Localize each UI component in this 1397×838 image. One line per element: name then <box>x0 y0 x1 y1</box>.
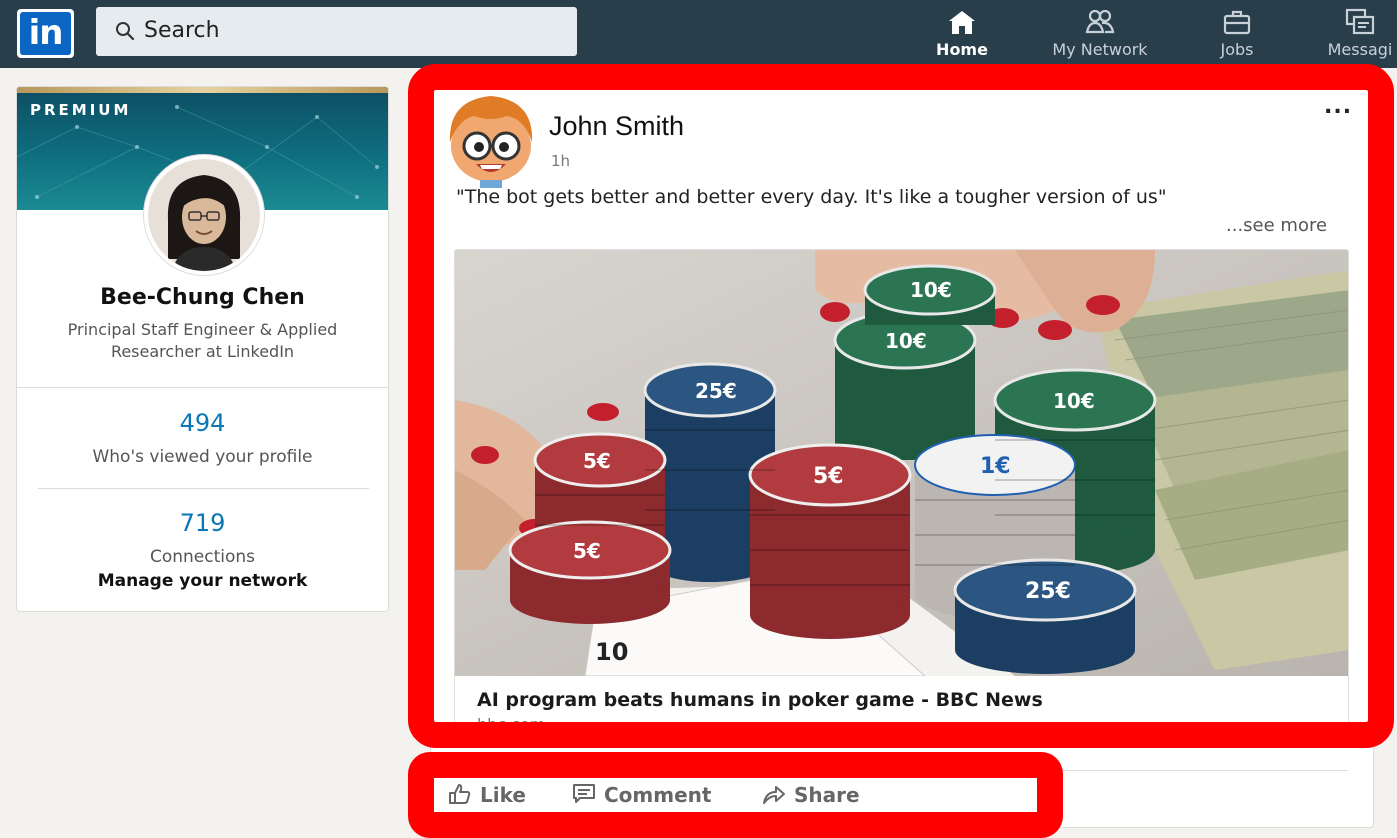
nav-messaging[interactable]: Messagi <box>1310 6 1397 66</box>
connections-count[interactable]: 719 <box>17 509 388 537</box>
messaging-icon <box>1345 8 1375 35</box>
linkedin-logo[interactable]: in <box>17 9 74 58</box>
highlight-box-actions <box>408 752 1063 838</box>
profile-avatar[interactable] <box>144 155 264 275</box>
avatar-photo <box>148 159 260 271</box>
nav-home[interactable]: Home <box>918 6 1006 66</box>
nav-my-network[interactable]: My Network <box>1032 6 1168 66</box>
premium-badge: PREMIUM <box>30 101 132 119</box>
divider <box>17 387 388 388</box>
profile-name[interactable]: Bee-Chung Chen <box>17 285 388 310</box>
divider <box>38 488 369 489</box>
nav-jobs-label: Jobs <box>1220 40 1254 59</box>
linkedin-logo-text: in <box>20 12 71 55</box>
search-input[interactable]: Search <box>96 7 577 56</box>
nav-messaging-label: Messagi <box>1327 40 1393 59</box>
nav-jobs[interactable]: Jobs <box>1196 6 1278 66</box>
premium-gold-stripe <box>17 87 388 93</box>
briefcase-icon <box>1223 10 1251 35</box>
manage-network-link[interactable]: Manage your network <box>17 571 388 591</box>
profile-card: PREMIUM Bee-Chung Chen Principal Staff E… <box>16 86 389 612</box>
highlight-box-post <box>408 64 1394 748</box>
divider <box>1060 770 1348 771</box>
connections-label[interactable]: Connections <box>17 547 388 567</box>
nav-home-label: Home <box>936 40 988 59</box>
profile-views-label[interactable]: Who's viewed your profile <box>17 447 388 467</box>
search-placeholder: Search <box>144 18 220 43</box>
profile-headline: Principal Staff Engineer & Applied Resea… <box>67 320 338 361</box>
home-icon <box>949 11 975 34</box>
nav-my-network-label: My Network <box>1052 40 1148 59</box>
profile-views-count[interactable]: 494 <box>17 409 388 437</box>
network-icon <box>1085 9 1115 34</box>
search-icon <box>116 22 135 41</box>
top-nav-bar: in Search Home My Network Jobs Messagi <box>0 0 1397 68</box>
